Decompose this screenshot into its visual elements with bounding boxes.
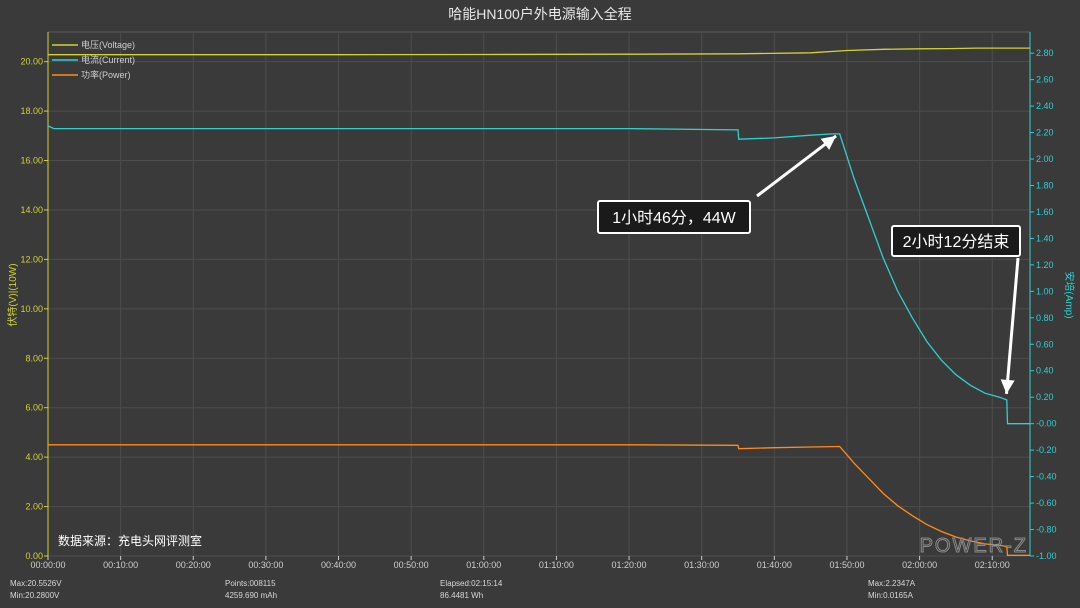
annotation-text: 1小时46分，44W bbox=[612, 209, 736, 227]
chart-title: 哈能HN100户外电源输入全程 bbox=[448, 6, 632, 22]
x-tick-label: 01:40:00 bbox=[757, 560, 792, 570]
y-left-tick-label: 12.00 bbox=[20, 254, 43, 264]
y-left-tick-label: 16.00 bbox=[20, 156, 43, 166]
stat-wh: 86.4481 Wh bbox=[440, 591, 484, 600]
y-right-tick-label: 1.40 bbox=[1036, 233, 1054, 243]
y-right-tick-label: 1.20 bbox=[1036, 260, 1054, 270]
grid-lines bbox=[47, 31, 1031, 557]
chart-svg: 哈能HN100户外电源输入全程 伏特(V)|(10W) 安培(Amp) 0.00… bbox=[6, 6, 1076, 570]
chart-window: 哈能HN100户外电源输入全程 伏特(V)|(10W) 安培(Amp) 0.00… bbox=[0, 0, 1080, 608]
annotation-arrow-head bbox=[820, 135, 837, 150]
x-tick-label: 02:00:00 bbox=[902, 560, 937, 570]
legend-label: 电流(Current) bbox=[81, 54, 135, 65]
stat-points: Points:008115 bbox=[225, 579, 276, 588]
annotations: 1小时46分，44W 2小时12分结束 bbox=[597, 134, 1021, 394]
stat-elapsed: Elapsed:02:15:14 bbox=[440, 579, 503, 588]
y-right-tick-label: -1.00 bbox=[1036, 551, 1057, 561]
y-right-tick-label: 2.20 bbox=[1036, 128, 1054, 138]
x-tick-label: 00:10:00 bbox=[103, 560, 138, 570]
legend-label: 功率(Power) bbox=[81, 69, 131, 80]
x-tick-label: 00:40:00 bbox=[321, 560, 356, 570]
axes: 0.002.004.006.008.0010.0012.0014.0016.00… bbox=[20, 32, 1057, 570]
y-right-tick-label: 2.40 bbox=[1036, 101, 1054, 111]
x-tick-label: 01:50:00 bbox=[829, 560, 864, 570]
y-axis-left-label: 伏特(V)|(10W) bbox=[6, 263, 19, 326]
x-tick-label: 00:20:00 bbox=[176, 560, 211, 570]
y-right-tick-label: 1.00 bbox=[1036, 286, 1054, 296]
stat-min-current: Min:0.0165A bbox=[868, 591, 913, 600]
y-right-tick-label: 0.20 bbox=[1036, 392, 1054, 402]
y-right-tick-label: -0.00 bbox=[1036, 419, 1057, 429]
x-tick-label: 00:50:00 bbox=[394, 560, 429, 570]
series-line-voltage bbox=[48, 47, 1030, 56]
y-right-tick-label: 0.60 bbox=[1036, 339, 1054, 349]
y-right-tick-label: -0.40 bbox=[1036, 472, 1057, 482]
source-note: 数据来源：充电头网评测室 bbox=[58, 533, 202, 548]
y-left-tick-label: 14.00 bbox=[20, 205, 43, 215]
y-left-tick-label: 6.00 bbox=[25, 403, 43, 413]
y-axis-right-label: 安培(Amp) bbox=[1063, 271, 1076, 318]
x-tick-label: 01:30:00 bbox=[684, 560, 719, 570]
annotation-arrow-shaft bbox=[756, 134, 837, 198]
y-left-tick-label: 10.00 bbox=[20, 304, 43, 314]
stat-max-voltage: Max:20.5526V bbox=[10, 579, 62, 588]
y-left-tick-label: 8.00 bbox=[25, 353, 43, 363]
series-layer bbox=[47, 47, 1030, 556]
y-left-tick-label: 18.00 bbox=[20, 106, 43, 116]
y-right-tick-label: 2.60 bbox=[1036, 75, 1054, 85]
annotation-arrow-shaft bbox=[1004, 257, 1020, 394]
legend-label: 电压(Voltage) bbox=[81, 39, 135, 50]
watermark-logo: POWER-Z bbox=[920, 535, 1028, 557]
y-right-tick-label: 0.80 bbox=[1036, 313, 1054, 323]
x-tick-label: 02:10:00 bbox=[975, 560, 1010, 570]
y-right-tick-label: 2.80 bbox=[1036, 48, 1054, 58]
x-tick-label: 00:30:00 bbox=[248, 560, 283, 570]
x-tick-label: 00:00:00 bbox=[30, 560, 65, 570]
y-right-tick-label: 2.00 bbox=[1036, 154, 1054, 164]
legend: 电压(Voltage) 电流(Current) 功率(Power) bbox=[52, 39, 135, 80]
y-right-tick-label: -0.80 bbox=[1036, 525, 1057, 535]
y-right-tick-label: 0.40 bbox=[1036, 366, 1054, 376]
stat-min-voltage: Min:20.2800V bbox=[10, 591, 60, 600]
x-tick-label: 01:10:00 bbox=[539, 560, 574, 570]
y-right-tick-label: 1.80 bbox=[1036, 180, 1054, 190]
stat-max-current: Max:2.2347A bbox=[868, 579, 916, 588]
y-left-tick-label: 4.00 bbox=[25, 452, 43, 462]
y-left-tick-label: 20.00 bbox=[20, 57, 43, 67]
series-line-current bbox=[47, 125, 1030, 425]
stat-mah: 4259.690 mAh bbox=[225, 591, 278, 600]
y-right-tick-label: -0.60 bbox=[1036, 498, 1057, 508]
x-tick-label: 01:00:00 bbox=[466, 560, 501, 570]
y-left-tick-label: 2.00 bbox=[25, 502, 43, 512]
y-right-tick-label: 1.60 bbox=[1036, 207, 1054, 217]
annotation-arrow-head bbox=[1000, 379, 1015, 394]
annotation-text: 2小时12分结束 bbox=[903, 233, 1010, 251]
x-tick-label: 01:20:00 bbox=[612, 560, 647, 570]
y-right-tick-label: -0.20 bbox=[1036, 445, 1057, 455]
